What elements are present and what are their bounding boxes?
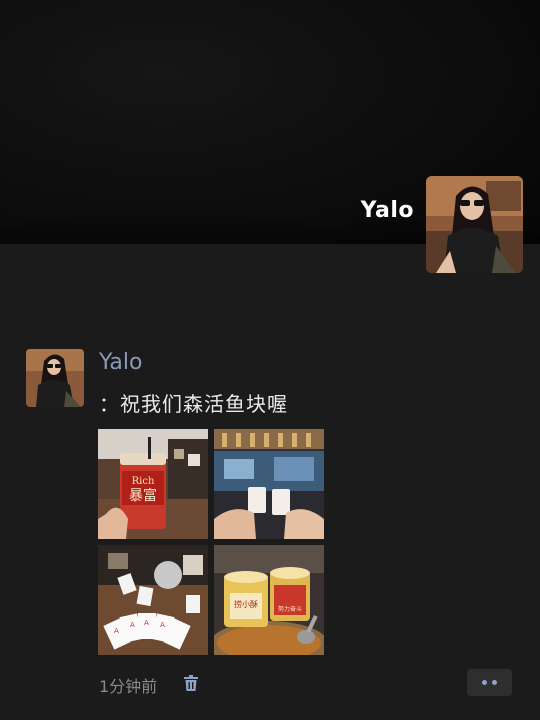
post-author-name[interactable]: Yalo [99, 350, 142, 375]
svg-text:A: A [130, 621, 135, 629]
cup-side-text: 努力奋斗 [278, 605, 302, 613]
photo-cheers-cups[interactable] [214, 429, 324, 539]
photo-grid: Rich 暴富 A A A A 捞小酥 努力奋斗 [98, 429, 324, 655]
svg-text:A: A [160, 621, 165, 629]
more-dots-icon [492, 680, 497, 685]
svg-text:A: A [114, 627, 119, 635]
photo-drink-cup[interactable]: Rich 暴富 [98, 429, 208, 539]
cup-text-main: 暴富 [129, 487, 157, 504]
svg-text:A: A [144, 619, 149, 627]
more-dots-icon [482, 680, 487, 685]
photo-hotpot-drinks[interactable]: 捞小酥 努力奋斗 [214, 545, 324, 655]
post-text: ：祝我们森活鱼块喔 [99, 392, 288, 416]
post-timestamp: 1分钟前 [99, 677, 158, 696]
cup-text-top: Rich [132, 476, 155, 487]
post-avatar[interactable] [26, 349, 84, 407]
cup-brand-text: 捞小酥 [234, 599, 258, 609]
profile-avatar[interactable] [426, 176, 523, 273]
trash-icon[interactable] [182, 674, 200, 692]
profile-name: Yalo [360, 198, 414, 223]
more-options-button[interactable] [467, 669, 512, 696]
photo-playing-cards[interactable]: A A A A [98, 545, 208, 655]
